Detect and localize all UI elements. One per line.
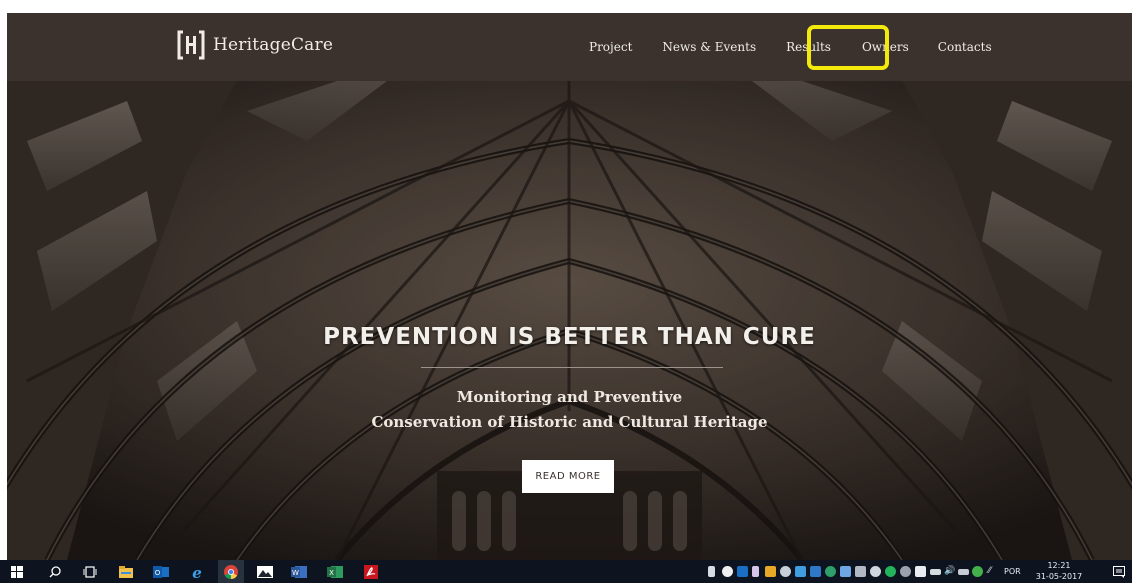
svg-text:W: W	[292, 569, 299, 577]
tray-icon-app-8[interactable]	[900, 566, 911, 577]
tray-icon-network-shield[interactable]	[722, 566, 733, 577]
windows-start-icon[interactable]	[10, 560, 24, 583]
tray-icon-mail[interactable]	[765, 566, 776, 577]
clock-time[interactable]: 12:21	[1037, 561, 1081, 570]
tray-icon-app-4[interactable]	[840, 566, 851, 577]
nav-project[interactable]: Project	[589, 40, 632, 54]
clock-date[interactable]: 31-05-2017	[1030, 572, 1088, 581]
hero-section: PREVENTION IS BETTER THAN CURE Monitorin…	[7, 81, 1132, 560]
heritagecare-logo-icon	[177, 30, 205, 60]
svg-text:e: e	[192, 564, 202, 580]
internet-explorer-icon[interactable]: e	[188, 560, 206, 583]
language-indicator[interactable]: POR	[1004, 567, 1021, 576]
main-nav: Project News & Events Results Owners Con…	[589, 40, 992, 54]
hero-subtitle-line-1: Monitoring and Preventive	[456, 388, 683, 406]
nav-contacts[interactable]: Contacts	[938, 40, 992, 54]
windows-taskbar: O e W X 🔊 ⁄⁄ POR 12:21 31-05-2017	[0, 560, 1132, 583]
tray-icon-app-6[interactable]	[870, 566, 881, 577]
search-icon[interactable]	[48, 560, 62, 583]
action-center-icon[interactable]	[1112, 560, 1126, 583]
tray-icon-device[interactable]	[708, 566, 715, 577]
owners-highlight-box	[807, 25, 889, 70]
wifi-icon[interactable]: ⁄⁄	[988, 566, 991, 576]
task-view-icon[interactable]	[82, 560, 98, 583]
volume-icon[interactable]: 🔊	[944, 566, 955, 576]
svg-text:O: O	[155, 569, 161, 577]
word-icon[interactable]: W	[290, 560, 308, 583]
svg-text:X: X	[329, 569, 334, 577]
tray-icon-pin[interactable]	[752, 566, 759, 577]
acrobat-icon[interactable]	[362, 560, 380, 583]
outlook-icon[interactable]: O	[152, 560, 170, 583]
hero-headline: PREVENTION IS BETTER THAN CURE	[323, 324, 816, 350]
file-explorer-icon[interactable]	[118, 560, 134, 583]
tray-icon-app-10[interactable]	[972, 566, 983, 577]
tray-icon-cloud[interactable]	[780, 566, 791, 577]
tray-icon-keyboard[interactable]	[958, 569, 969, 575]
excel-icon[interactable]: X	[326, 560, 344, 583]
tray-icon-app-2[interactable]	[810, 566, 821, 577]
site-logo[interactable]: HeritageCare	[177, 29, 333, 61]
read-more-button[interactable]: READ MORE	[522, 460, 614, 493]
tray-icon-battery[interactable]	[930, 569, 941, 575]
chrome-icon[interactable]	[218, 560, 244, 583]
tray-icon-app-1[interactable]	[795, 566, 806, 577]
browser-viewport: HeritageCare Project News & Events Resul…	[7, 13, 1132, 560]
photos-icon[interactable]	[256, 560, 274, 583]
tray-icon-app-3[interactable]	[825, 566, 836, 577]
logo-text: HeritageCare	[213, 35, 334, 55]
hero-subtitle-line-2: Conservation of Historic and Cultural He…	[371, 413, 768, 431]
tray-icon-app-9[interactable]	[915, 566, 926, 577]
tray-icon-outlook[interactable]	[737, 566, 748, 577]
tray-icon-app-7[interactable]	[885, 566, 896, 577]
nav-news-events[interactable]: News & Events	[662, 40, 756, 54]
site-header: HeritageCare Project News & Events Resul…	[7, 13, 1132, 81]
hero-divider	[421, 367, 723, 368]
tray-icon-app-5[interactable]	[855, 566, 866, 577]
